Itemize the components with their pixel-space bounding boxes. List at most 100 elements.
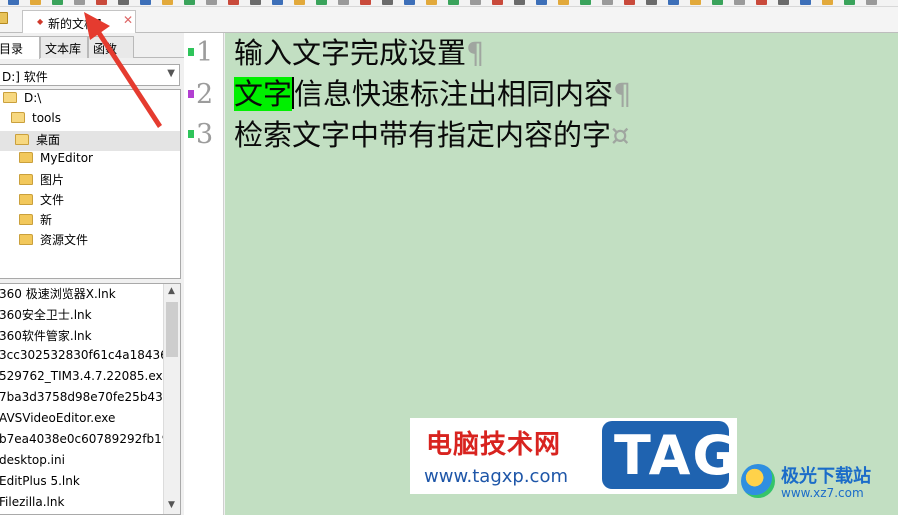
toolbar-button-icon[interactable] (690, 0, 701, 5)
toolbar-button-icon[interactable] (514, 0, 525, 5)
line-text: 检索文字中带有指定内容的字 (234, 118, 612, 152)
toolbar-button-icon[interactable] (382, 0, 393, 5)
toolbar-button-icon[interactable] (184, 0, 195, 5)
toolbar-button-icon[interactable] (844, 0, 855, 5)
chevron-down-icon[interactable]: ▼ (167, 68, 175, 79)
toolbar-button-icon[interactable] (734, 0, 745, 5)
toolbar-button-icon[interactable] (668, 0, 679, 5)
toolbar-button-icon[interactable] (206, 0, 217, 5)
drive-select[interactable]: D:] 软件 ▼ (0, 64, 180, 86)
toolbar-button-icon[interactable] (558, 0, 569, 5)
toolbar-button-icon[interactable] (250, 0, 261, 5)
folder-tree: D:\ tools 桌面 MyEditor 图片 文件 新 资源文件 (0, 89, 181, 279)
toolbar-button-icon[interactable] (866, 0, 877, 5)
line-number: 1 (184, 35, 224, 71)
end-of-file-mark: ¤ (611, 118, 630, 152)
line-number-text: 3 (196, 119, 214, 150)
watermark-site-url: www.xz7.com (781, 486, 864, 500)
toolbar-button-icon[interactable] (316, 0, 327, 5)
watermark-tagxp: 电脑技术网 www.tagxp.com TAG (410, 418, 737, 494)
toolbar-button-icon[interactable] (492, 0, 503, 5)
list-item[interactable]: 360软件管家.lnk (0, 327, 92, 348)
toolbar-button-icon[interactable] (118, 0, 129, 5)
toolbar-button-icon[interactable] (580, 0, 591, 5)
tab-text-library[interactable]: 文本库 (40, 36, 88, 58)
line-number-text: 1 (196, 37, 214, 68)
toolbar-button-icon[interactable] (294, 0, 305, 5)
tree-item-myeditor[interactable]: MyEditor (19, 151, 93, 171)
toolbar-button-icon[interactable] (228, 0, 239, 5)
drive-select-value: D:] 软件 (2, 70, 48, 84)
toolbar-button-icon[interactable] (272, 0, 283, 5)
toolbar-button-icon[interactable] (646, 0, 657, 5)
watermark-brand: 电脑技术网 (426, 430, 562, 460)
tree-item-pictures[interactable]: 图片 (19, 171, 64, 191)
tree-item-desktop[interactable]: 桌面 (0, 131, 180, 151)
list-item[interactable]: 360 极速浏览器X.lnk (0, 285, 116, 306)
toolbar-button-icon[interactable] (96, 0, 107, 5)
list-item[interactable]: Filezilla.lnk (0, 495, 64, 514)
toolbar-button-icon[interactable] (360, 0, 371, 5)
editor-line-3[interactable]: 检索文字中带有指定内容的字¤ (234, 117, 629, 153)
scroll-up-icon[interactable]: ▲ (168, 286, 175, 296)
toolbar-button-icon[interactable] (800, 0, 811, 5)
tree-item-tools[interactable]: tools (11, 111, 61, 131)
line-number-text: 2 (196, 79, 214, 110)
tree-item-resources[interactable]: 资源文件 (19, 231, 88, 251)
toolbar-button-icon[interactable] (624, 0, 635, 5)
toolbar-button-icon[interactable] (602, 0, 613, 5)
toolbar-button-icon[interactable] (52, 0, 63, 5)
list-item[interactable]: desktop.ini (0, 453, 65, 474)
toolbar-button-icon[interactable] (536, 0, 547, 5)
tab-functions[interactable]: 函数 (88, 36, 134, 58)
tree-item-new[interactable]: 新 (19, 211, 52, 231)
scrollbar-thumb[interactable] (166, 302, 178, 357)
toolbar-button-icon[interactable] (756, 0, 767, 5)
pane-tabs: 目录 文本库 函数 (0, 33, 184, 59)
toolbar-button-icon[interactable] (448, 0, 459, 5)
tree-item-d-drive[interactable]: D:\ (3, 91, 41, 111)
watermark-site-name: 极光下载站 (781, 466, 871, 487)
tree-item-label: tools (32, 111, 61, 125)
toolbar-button-icon[interactable] (140, 0, 151, 5)
highlighted-text[interactable]: 文字 (234, 77, 293, 111)
editor-line-1[interactable]: 输入文字完成设置¶ (234, 35, 484, 71)
scroll-down-icon[interactable]: ▼ (168, 500, 175, 510)
tab-new-document[interactable]: ◆ 新的文档1 ✕ (22, 10, 136, 33)
line-number: 3 (184, 117, 224, 153)
toolbar-button-icon[interactable] (404, 0, 415, 5)
toolbar-button-icon[interactable] (470, 0, 481, 5)
tree-item-label: 文件 (40, 193, 65, 207)
tree-item-files[interactable]: 文件 (19, 191, 64, 211)
open-folder-icon[interactable] (0, 12, 8, 24)
line-text: 信息快速标注出相同内容 (294, 77, 614, 111)
toolbar-button-icon[interactable] (822, 0, 833, 5)
file-list-scrollbar[interactable]: ▲ ▼ (163, 284, 180, 514)
list-item[interactable]: EditPlus 5.lnk (0, 474, 80, 495)
list-item[interactable]: AVSVideoEditor.exe (0, 411, 115, 432)
toolbar-button-icon[interactable] (338, 0, 349, 5)
tab-title: 新的文档1 (48, 17, 104, 31)
close-icon[interactable]: ✕ (123, 13, 133, 27)
toolbar (0, 0, 898, 7)
folder-icon (19, 214, 33, 225)
list-item[interactable]: 529762_TIM3.4.7.22085.exe (0, 369, 170, 390)
list-item[interactable]: 3cc302532830f61c4a1843616 (0, 348, 180, 369)
line-marker-icon (188, 48, 194, 56)
toolbar-button-icon[interactable] (162, 0, 173, 5)
toolbar-button-icon[interactable] (778, 0, 789, 5)
editor-line-2[interactable]: 文字信息快速标注出相同内容¶ (234, 76, 631, 112)
tree-item-label: 新 (40, 213, 53, 227)
toolbar-button-icon[interactable] (8, 0, 19, 5)
list-item[interactable]: 7ba3d3758d98e70fe25b43a0 (0, 390, 178, 411)
tab-functions-label: 函数 (93, 42, 118, 56)
toolbar-button-icon[interactable] (30, 0, 41, 5)
toolbar-button-icon[interactable] (74, 0, 85, 5)
list-item[interactable]: b7ea4038e0c60789292fb194 (0, 432, 177, 453)
list-item[interactable]: 360安全卫士.lnk (0, 306, 92, 327)
toolbar-button-icon[interactable] (712, 0, 723, 5)
folder-open-icon (3, 92, 17, 103)
tab-directory[interactable]: 目录 (0, 36, 40, 59)
line-number-gutter: 1 2 3 (184, 33, 224, 515)
toolbar-button-icon[interactable] (426, 0, 437, 5)
